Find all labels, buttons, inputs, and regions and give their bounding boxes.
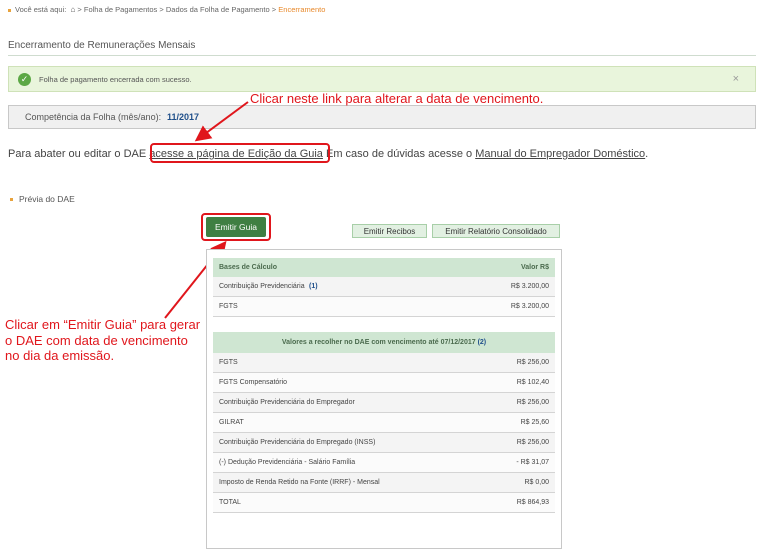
table-row: Contribuição Previdenciária do Empregado… (213, 433, 555, 453)
table-row: Contribuição Previdenciária (1) R$ 3.200,0… (213, 277, 555, 297)
table-row: FGTS R$ 256,00 (213, 353, 555, 373)
valores-recolher-table: Valores a recolher no DAE com vencimento… (213, 332, 555, 513)
row-label: GILRAT (219, 419, 244, 426)
row-label: TOTAL (219, 499, 241, 506)
table-row: Imposto de Renda Retido na Fonte (IRRF) … (213, 473, 555, 493)
row-label: Contribuição Previdenciária do Empregado… (219, 439, 376, 446)
row-label: FGTS (219, 303, 238, 310)
row-value: R$ 864,93 (516, 499, 549, 506)
previa-title: Prévia do DAE (19, 194, 75, 204)
bases-calculo-table: Bases de Cálculo Valor R$ Contribuição P… (213, 258, 555, 317)
bullet-icon (10, 198, 13, 202)
table-row: GILRAT R$ 25,60 (213, 413, 555, 433)
table-row: Contribuição Previdenciária do Empregado… (213, 393, 555, 413)
row-label: (-) Dedução Previdenciária - Salário Fam… (219, 459, 356, 466)
row-label: FGTS (219, 359, 238, 366)
table-header: Bases de Cálculo Valor R$ (213, 258, 555, 277)
header-valor: Valor R$ (520, 264, 549, 271)
table-row: (-) Dedução Previdenciária - Salário Fam… (213, 453, 555, 473)
button-highlight-box (201, 213, 271, 241)
table-row: FGTS Compensatório R$ 102,40 (213, 373, 555, 393)
table-header: Valores a recolher no DAE com vencimento… (213, 332, 555, 353)
row-label: Contribuição Previdenciária do Empregado… (219, 399, 355, 406)
row-value: R$ 256,00 (516, 439, 549, 446)
row-value: R$ 3.200,00 (510, 303, 549, 310)
row-value: R$ 256,00 (516, 359, 549, 366)
row-label: Imposto de Renda Retido na Fonte (IRRF) … (219, 479, 380, 486)
row-value: R$ 256,00 (516, 399, 549, 406)
header-ref[interactable]: (2) (478, 339, 487, 346)
emitir-recibos-button[interactable]: Emitir Recibos (352, 224, 427, 238)
row-value: R$ 0,00 (524, 479, 549, 486)
row-label: FGTS Compensatório (219, 379, 288, 386)
row-ref[interactable]: (1) (309, 283, 318, 290)
row-value: - R$ 31,07 (516, 459, 549, 466)
row-value: R$ 3.200,00 (510, 283, 549, 290)
row-value: R$ 102,40 (516, 379, 549, 386)
row-label: Contribuição Previdenciária (219, 283, 305, 290)
row-value: R$ 25,60 (520, 419, 549, 426)
previa-heading: Prévia do DAE (10, 194, 75, 204)
header-bases: Bases de Cálculo (219, 264, 277, 271)
dae-preview-panel: Bases de Cálculo Valor R$ Contribuição P… (206, 249, 562, 549)
emitir-relatorio-button[interactable]: Emitir Relatório Consolidado (432, 224, 560, 238)
table-row: TOTAL R$ 864,93 (213, 493, 555, 513)
arrow-to-link (194, 101, 249, 142)
header-valores: Valores a recolher no DAE com vencimento… (281, 339, 476, 346)
table-row: FGTS R$ 3.200,00 (213, 297, 555, 317)
